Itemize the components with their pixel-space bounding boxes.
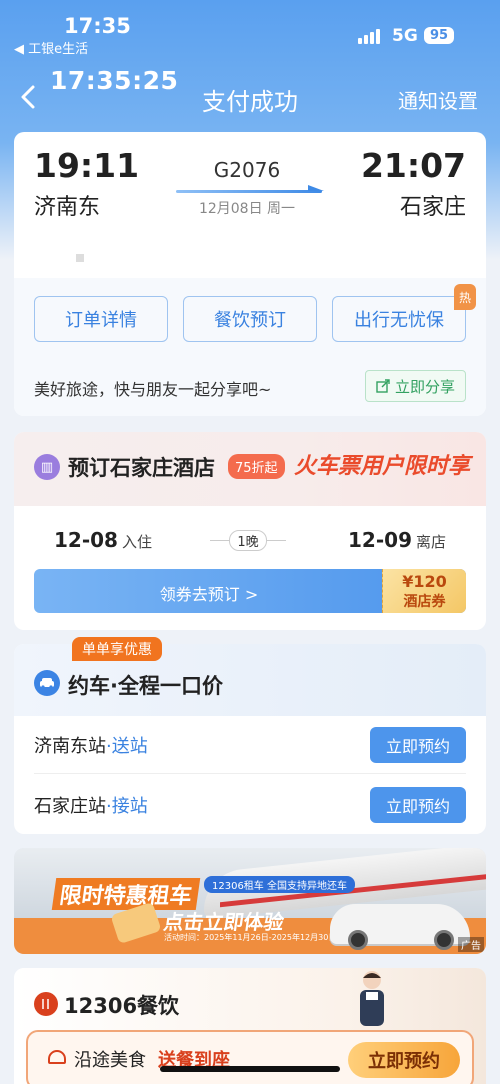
rental-ad-banner[interactable]: 12306租车 全国支持异地还车 限时特惠租车 点击立即体验 活动时间：2025… <box>14 848 486 954</box>
travel-insurance-button[interactable]: 出行无忧保 <box>332 296 466 342</box>
dining-panel-label: 沿途美食 <box>74 1050 146 1071</box>
pickup-book-button[interactable]: 立即预约 <box>370 787 466 823</box>
checkin-label: 入住 <box>121 533 152 551</box>
share-icon <box>376 379 390 393</box>
placeholder-dot <box>76 254 84 262</box>
car-row-pickup: 石家庄站·接站 立即预约 <box>34 776 466 834</box>
departure-station: 济南东 <box>34 195 101 220</box>
dining-book-button[interactable]: 立即预约 <box>348 1042 460 1078</box>
ticket-card: 19:11 济南东 G2076 12月08日 周一 21:07 石家庄 订单详情… <box>14 132 486 416</box>
hotel-booking-label: 领券去预订 > <box>159 585 259 604</box>
pickup-station: 石家庄站 <box>34 796 106 817</box>
nights-indicator: 1晚 <box>210 530 286 551</box>
network-type: 5G <box>392 26 418 46</box>
share-button-label: 立即分享 <box>394 377 455 396</box>
arrival-time: 21:07 <box>360 146 466 185</box>
pickup-action: 接站 <box>111 796 148 817</box>
nav-bar: 17:35:25 支付成功 通知设置 <box>0 60 500 130</box>
notification-settings-link[interactable]: 通知设置 <box>398 85 478 114</box>
car-wheel-icon <box>434 930 454 950</box>
dropoff-station: 济南东站 <box>34 735 106 757</box>
back-to-app-link[interactable]: ◀ 工银e生活 <box>14 38 88 57</box>
car-card: 单单享优惠 约车·全程一口价 济南东站·送站 立即预约 石家庄站·接站 立即预约 <box>14 637 486 834</box>
checkin: 12-08 入住 <box>54 528 152 552</box>
checkin-date: 12-08 <box>54 528 118 552</box>
ad-label: 广告 <box>458 937 484 952</box>
car-row-dropoff: 济南东站·送站 立即预约 <box>34 716 466 774</box>
dining-icon <box>34 992 58 1016</box>
arrival-station: 石家庄 <box>399 195 466 220</box>
checkout-label: 离店 <box>415 533 446 551</box>
coupon-amount: ¥120 <box>402 572 447 591</box>
battery-indicator: 95 <box>424 27 455 44</box>
dropoff-action: 送站 <box>111 735 148 757</box>
attendant-illustration <box>352 968 392 1028</box>
dropoff-book-button[interactable]: 立即预约 <box>370 726 466 763</box>
train-info: G2076 12月08日 周一 <box>172 158 324 218</box>
ticket-action-row: 订单详情 餐饮预订 出行无忧保 <box>34 296 466 342</box>
status-bar: 17:35 ◀ 工银e生活 5G 95 <box>0 0 500 60</box>
checkout: 12-09 离店 <box>348 528 446 552</box>
share-prompt: 美好旅途，快与朋友一起分享吧~ <box>34 380 272 399</box>
checkout-date: 12-09 <box>348 528 412 552</box>
hotel-card: ▥ 预订石家庄酒店 75折起 火车票用户限时享 12-08 入住 1晚 12-09… <box>14 432 486 630</box>
dining-title: 12306餐饮 <box>64 994 180 1018</box>
arrival-info: 21:07 石家庄 <box>361 146 466 221</box>
dropoff-label: 济南东站·送站 <box>34 732 148 758</box>
ad-period: 活动时间：2025年11月26日-2025年12月30日 <box>164 933 337 942</box>
nights-count: 1晚 <box>229 530 267 551</box>
hotel-booking-button[interactable]: 领券去预订 > ¥120 酒店券 <box>34 569 466 613</box>
cloche-icon <box>48 1050 66 1064</box>
home-indicator <box>160 1066 340 1072</box>
train-number: G2076 <box>213 158 281 182</box>
departure-info: 19:11 济南东 <box>34 146 139 221</box>
dining-panel: 沿途美食 送餐到座 立即预约 <box>26 1030 474 1084</box>
signal-icon <box>358 28 380 44</box>
discount-badge: 75折起 <box>228 454 285 479</box>
departure-time: 19:11 <box>34 146 140 185</box>
car-title: 约车·全程一口价 <box>68 674 223 698</box>
hotel-title: 预订石家庄酒店 <box>68 456 215 480</box>
car-icon <box>34 670 60 696</box>
ad-subhead: 点击立即体验 <box>162 910 286 934</box>
hot-badge: 热 <box>454 284 476 310</box>
coupon-label: 酒店券 <box>403 594 446 610</box>
meal-booking-button[interactable]: 餐饮预订 <box>183 296 317 342</box>
hotel-coupon[interactable]: ¥120 酒店券 <box>382 569 466 613</box>
direction-arrow-icon <box>172 185 324 196</box>
status-time: 17:35 <box>64 14 131 38</box>
order-details-button[interactable]: 订单详情 <box>34 296 168 342</box>
hotel-promo-text: 火车票用户限时享 <box>293 454 470 479</box>
ad-tagline: 12306租车 全国支持异地还车 <box>204 876 355 893</box>
car-wheel-icon <box>348 930 368 950</box>
hotel-icon: ▥ <box>34 454 60 480</box>
travel-date: 12月08日 周一 <box>198 201 296 217</box>
promo-tag: 单单享优惠 <box>72 637 162 661</box>
share-button[interactable]: 立即分享 <box>364 370 466 402</box>
pickup-label: 石家庄站·接站 <box>34 792 148 818</box>
